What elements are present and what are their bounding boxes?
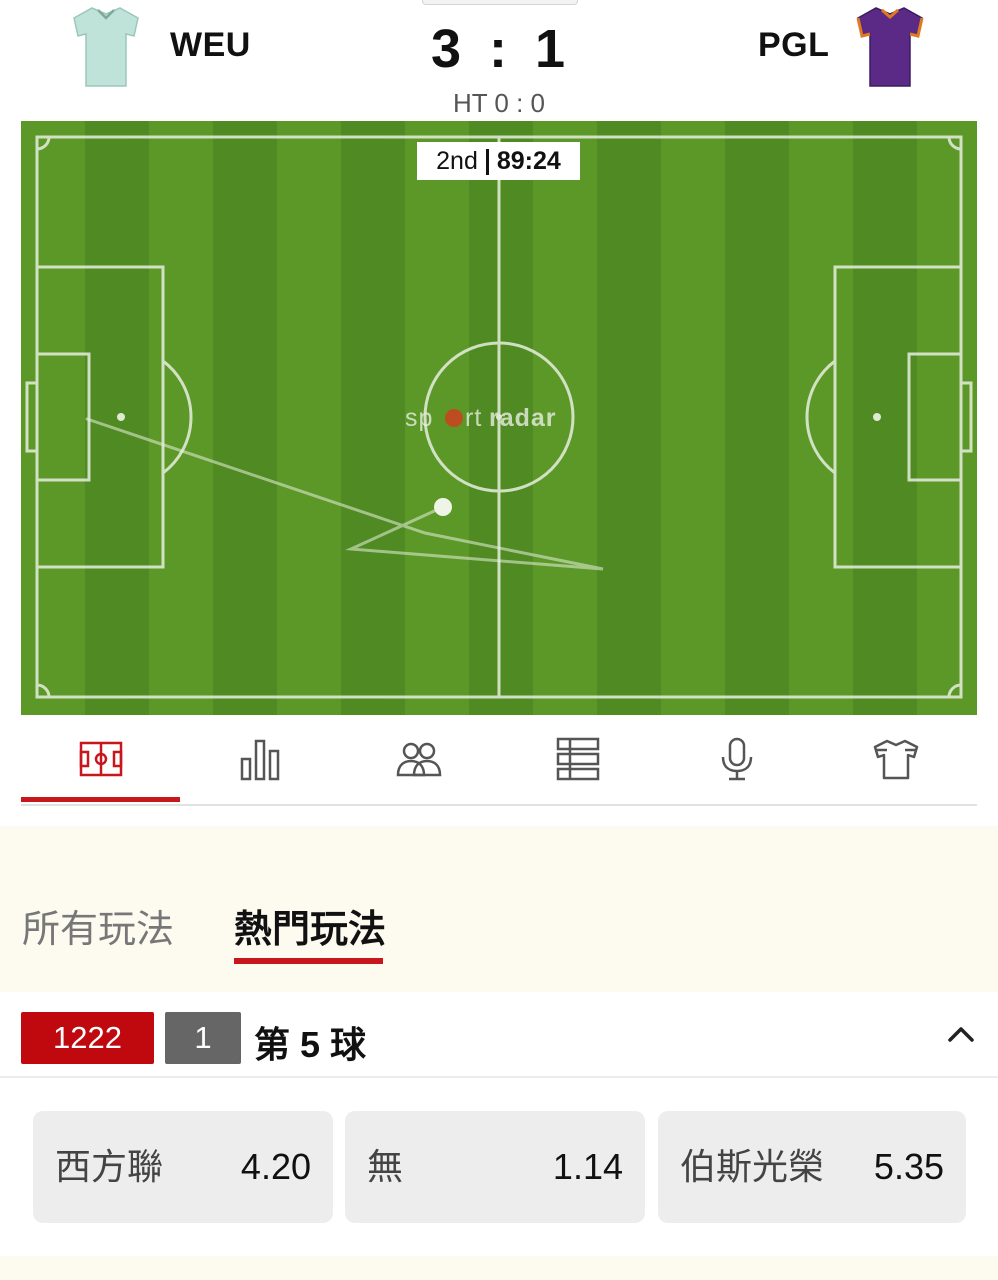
bottom-band <box>0 1256 998 1280</box>
tab-standings[interactable] <box>498 716 657 802</box>
svg-text:radar: radar <box>489 404 557 432</box>
score-separator: : <box>489 19 509 79</box>
match-clock: 2nd 89:24 <box>417 142 580 180</box>
market-code-badge: 1222 <box>21 1012 154 1064</box>
ball-marker <box>434 498 452 516</box>
odds-value: 1.14 <box>552 1146 623 1187</box>
odds-button-home[interactable]: 西方聯 4.20 <box>33 1111 333 1223</box>
away-team-name: PGL <box>758 26 830 64</box>
tab-pitch[interactable] <box>21 716 180 802</box>
pitch-icon <box>79 741 122 777</box>
odds-row: 西方聯 4.20 無 1.14 伯斯光榮 5.35 <box>0 1078 998 1256</box>
tab-popular-markets[interactable]: 熱門玩法 <box>234 898 386 953</box>
tab-lineups[interactable] <box>339 716 498 802</box>
odds-button-away[interactable]: 伯斯光榮 5.35 <box>658 1111 966 1223</box>
tab-all-markets[interactable]: 所有玩法 <box>22 898 174 953</box>
away-jersey-icon <box>856 7 924 87</box>
active-tab-indicator <box>234 958 383 964</box>
lineups-icon <box>396 742 441 777</box>
odds-value: 5.35 <box>873 1146 944 1187</box>
odds-label: 西方聯 <box>55 1146 164 1187</box>
match-header: WEU 3:1 HT 0 : 0 PGL <box>0 0 998 120</box>
drag-handle[interactable] <box>422 0 578 5</box>
match-tracker-pitch: sp rt radar 2nd 89:24 <box>21 121 977 715</box>
chevron-up-icon[interactable] <box>946 1024 976 1044</box>
home-score: 3 <box>430 19 463 79</box>
sportradar-logo: sp rt radar <box>405 404 557 432</box>
svg-text:rt: rt <box>465 404 482 432</box>
microphone-icon <box>721 737 752 781</box>
halftime-score: HT 0 : 0 <box>452 88 545 118</box>
tab-statistics[interactable] <box>180 716 339 802</box>
list-icon <box>556 737 599 781</box>
odds-button-none[interactable]: 無 1.14 <box>345 1111 645 1223</box>
market-title: 第 5 球 <box>254 1024 367 1065</box>
shirt-icon <box>873 739 918 780</box>
tracker-tab-bar <box>21 716 977 806</box>
odds-value: 4.20 <box>240 1146 311 1187</box>
away-score: 1 <box>534 19 568 79</box>
clock-divider <box>485 149 489 176</box>
match-period: 2nd <box>436 147 478 175</box>
scoreboard: 3:1 <box>0 18 998 80</box>
market-header[interactable]: 1222 1 第 5 球 <box>0 994 998 1078</box>
odds-label: 無 <box>367 1146 404 1187</box>
stats-bar-icon <box>240 739 279 781</box>
market-count-badge: 1 <box>165 1012 241 1064</box>
svg-text:sp: sp <box>405 404 433 432</box>
odds-label: 伯斯光榮 <box>680 1146 825 1187</box>
match-time: 89:24 <box>496 147 561 175</box>
pitch-graphic: sp rt radar <box>21 121 977 715</box>
tab-team-info[interactable] <box>816 716 975 802</box>
tab-commentary[interactable] <box>657 716 816 802</box>
